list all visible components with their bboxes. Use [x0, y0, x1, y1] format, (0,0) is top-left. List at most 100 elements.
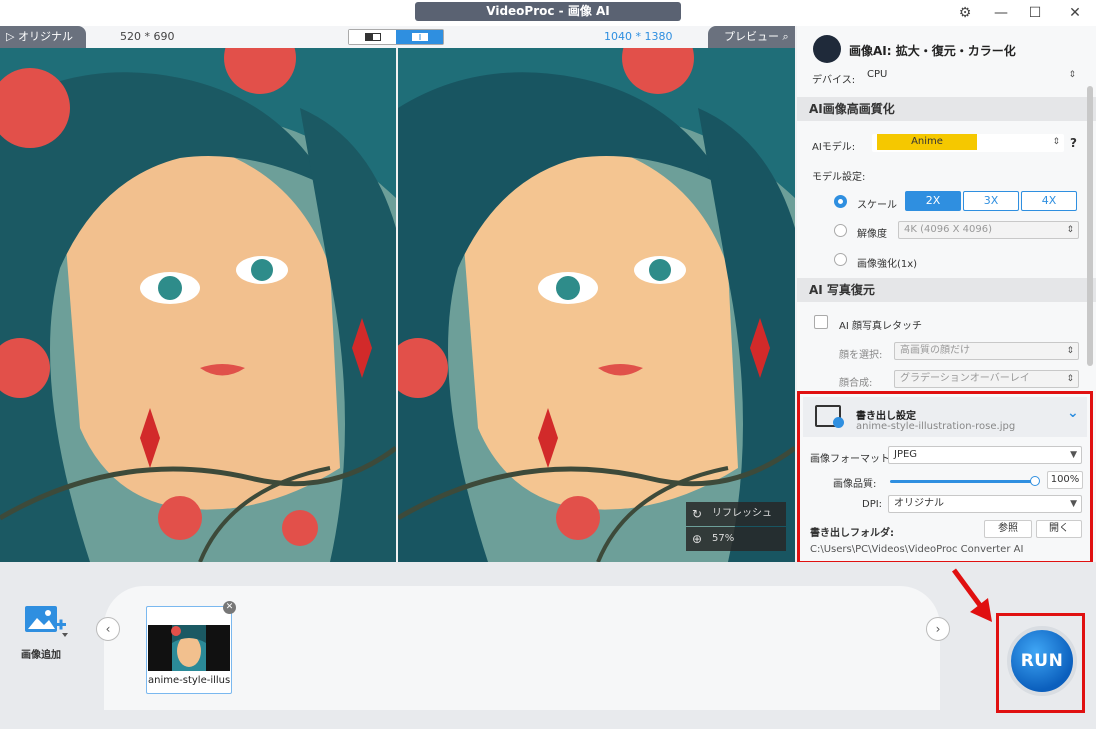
face-blend-select[interactable]: グラデーションオーバーレイ ⇕ [894, 370, 1079, 388]
chevron-updown-icon: ⇕ [1052, 137, 1060, 147]
face-blend-value: グラデーションオーバーレイ [900, 373, 1030, 384]
dpi-value: オリジナル [894, 498, 944, 509]
zoom-label: 57% [712, 533, 735, 544]
original-tab[interactable]: ▷ オリジナル [0, 26, 86, 48]
face-select-value: 高画質の顔だけ [900, 345, 970, 356]
image-viewer: ▷ オリジナル 520 * 690 1040 * 1380 プレビュー ⌕ ↻ … [0, 26, 795, 562]
split-view-button[interactable] [396, 30, 443, 44]
preview-tab-label: プレビュー [724, 30, 779, 43]
scroll-left-button[interactable]: ‹ [96, 617, 120, 641]
thumbnail-name: anime-style-illust [148, 675, 230, 686]
resolution-label: 解像度 [857, 229, 887, 240]
aperture-icon [813, 35, 841, 63]
model-label: AIモデル: [812, 142, 856, 153]
single-view-icon [365, 33, 381, 41]
chevron-updown-icon: ⇕ [1066, 346, 1074, 356]
quality-slider[interactable] [890, 480, 1036, 483]
chevron-down-icon: ▼ [1070, 450, 1077, 460]
format-label: 画像フォーマット: [810, 454, 894, 465]
image-thumbnail[interactable]: ✕ anime-style-illust [146, 601, 236, 694]
face-retouch-checkbox[interactable] [814, 315, 828, 329]
device-label: デバイス: [812, 75, 856, 86]
dpi-select[interactable]: オリジナル ▼ [888, 495, 1082, 513]
device-select[interactable]: CPU ⇕ [862, 67, 1080, 85]
window-title: VideoProc - 画像 AI [415, 2, 681, 21]
browse-button[interactable]: 参照 [984, 520, 1032, 538]
title-bar: VideoProc - 画像 AI ⚙ — ☐ ✕ [0, 0, 1096, 26]
preview-image [398, 48, 795, 562]
face-retouch-label: AI 顔写真レタッチ [839, 321, 922, 332]
scale-label: スケール [857, 200, 897, 211]
view-mode-toggle[interactable] [348, 29, 444, 45]
chevron-updown-icon: ⇕ [1066, 374, 1074, 384]
quality-value[interactable]: 100% [1047, 471, 1083, 489]
original-image [0, 48, 396, 562]
export-settings-box: 書き出し設定 anime-style-illustration-rose.jpg… [797, 391, 1093, 564]
run-button[interactable]: RUN [1007, 626, 1077, 696]
settings-gear-icon[interactable]: ⚙ [954, 3, 976, 23]
search-icon: ⌕ [782, 30, 789, 43]
folder-label: 書き出しフォルダ: [810, 528, 894, 539]
refresh-button[interactable]: ↻ リフレッシュ [686, 502, 786, 526]
resolution-radio[interactable] [834, 224, 847, 237]
chevron-down-icon: ▼ [1070, 499, 1077, 509]
add-image-label[interactable]: 画像追加 [21, 646, 61, 661]
model-settings-label: モデル設定: [812, 172, 866, 183]
original-tab-label: オリジナル [17, 30, 73, 43]
refresh-icon: ↻ [692, 507, 703, 521]
chevron-double-down-icon[interactable]: ⌄ [1067, 405, 1079, 421]
model-value: Anime [877, 134, 977, 150]
maximize-button[interactable]: ☐ [1024, 3, 1046, 23]
scale-4x-button[interactable]: 4X [1021, 191, 1077, 211]
export-title: 書き出し設定 [856, 411, 916, 422]
refresh-label: リフレッシュ [712, 508, 772, 519]
resolution-select[interactable]: 4K (4096 X 4096) ⇕ [898, 221, 1079, 239]
panel-scrollbar[interactable] [1087, 86, 1093, 366]
zoom-button[interactable]: ⊕ 57% [686, 527, 786, 551]
preview-illustration [398, 48, 795, 562]
thumbnail-image [148, 625, 230, 671]
minimize-button[interactable]: — [990, 3, 1012, 23]
export-header[interactable]: 書き出し設定 anime-style-illustration-rose.jpg… [803, 397, 1087, 437]
dpi-label: DPI: [862, 499, 883, 510]
single-view-button[interactable] [349, 30, 396, 44]
resolution-value: 4K (4096 X 4096) [904, 224, 993, 235]
preview-tab[interactable]: プレビュー ⌕ [708, 26, 795, 48]
viewer-toolbar: ▷ オリジナル 520 * 690 1040 * 1380 プレビュー ⌕ [0, 26, 795, 48]
folder-path: C:\Users\PC\Videos\VideoProc Converter A… [810, 544, 1024, 555]
chevron-updown-icon: ⇕ [1066, 225, 1074, 235]
enhance-radio[interactable] [834, 253, 847, 266]
preview-resolution: 1040 * 1380 [604, 30, 673, 43]
model-select[interactable]: Anime ⇕ [872, 134, 1064, 152]
face-blend-label: 顔合成: [839, 378, 873, 389]
scale-3x-button[interactable]: 3X [963, 191, 1019, 211]
bottom-bar: 画像追加 ‹ › ✕ anime-style-illust RUN [0, 562, 1096, 729]
face-select[interactable]: 高画質の顔だけ ⇕ [894, 342, 1079, 360]
chevron-updown-icon: ⇕ [1068, 70, 1076, 80]
quality-slider-handle[interactable] [1030, 476, 1040, 486]
format-select[interactable]: JPEG ▼ [888, 446, 1082, 464]
close-button[interactable]: ✕ [1064, 3, 1086, 23]
original-resolution: 520 * 690 [120, 30, 175, 43]
scale-radio[interactable] [834, 195, 847, 208]
enhance-section-header: AI画像高画質化 [797, 97, 1096, 121]
gear-icon [833, 417, 844, 428]
add-image-icon[interactable] [24, 605, 68, 639]
restore-section-header: AI 写真復元 [797, 278, 1096, 302]
help-icon[interactable]: ? [1070, 136, 1077, 150]
remove-thumbnail-button[interactable]: ✕ [223, 601, 236, 614]
original-illustration [0, 48, 396, 562]
open-folder-button[interactable]: 開く [1036, 520, 1082, 538]
format-value: JPEG [894, 449, 918, 460]
panel-title: 画像AI: 拡大・復元・カラー化 [849, 44, 1016, 58]
quality-label: 画像品質: [833, 479, 877, 490]
enhance-label: 画像強化(1x) [857, 259, 918, 270]
run-highlight-box: RUN [996, 613, 1085, 713]
scale-2x-button[interactable]: 2X [905, 191, 961, 211]
app-window: VideoProc - 画像 AI ⚙ — ☐ ✕ ▷ オリジナル 520 * … [0, 0, 1096, 729]
face-select-label: 顔を選択: [839, 350, 883, 361]
device-value: CPU [867, 69, 888, 80]
scroll-right-button[interactable]: › [926, 617, 950, 641]
split-view-icon [412, 33, 428, 41]
export-filename: anime-style-illustration-rose.jpg [856, 421, 1016, 432]
